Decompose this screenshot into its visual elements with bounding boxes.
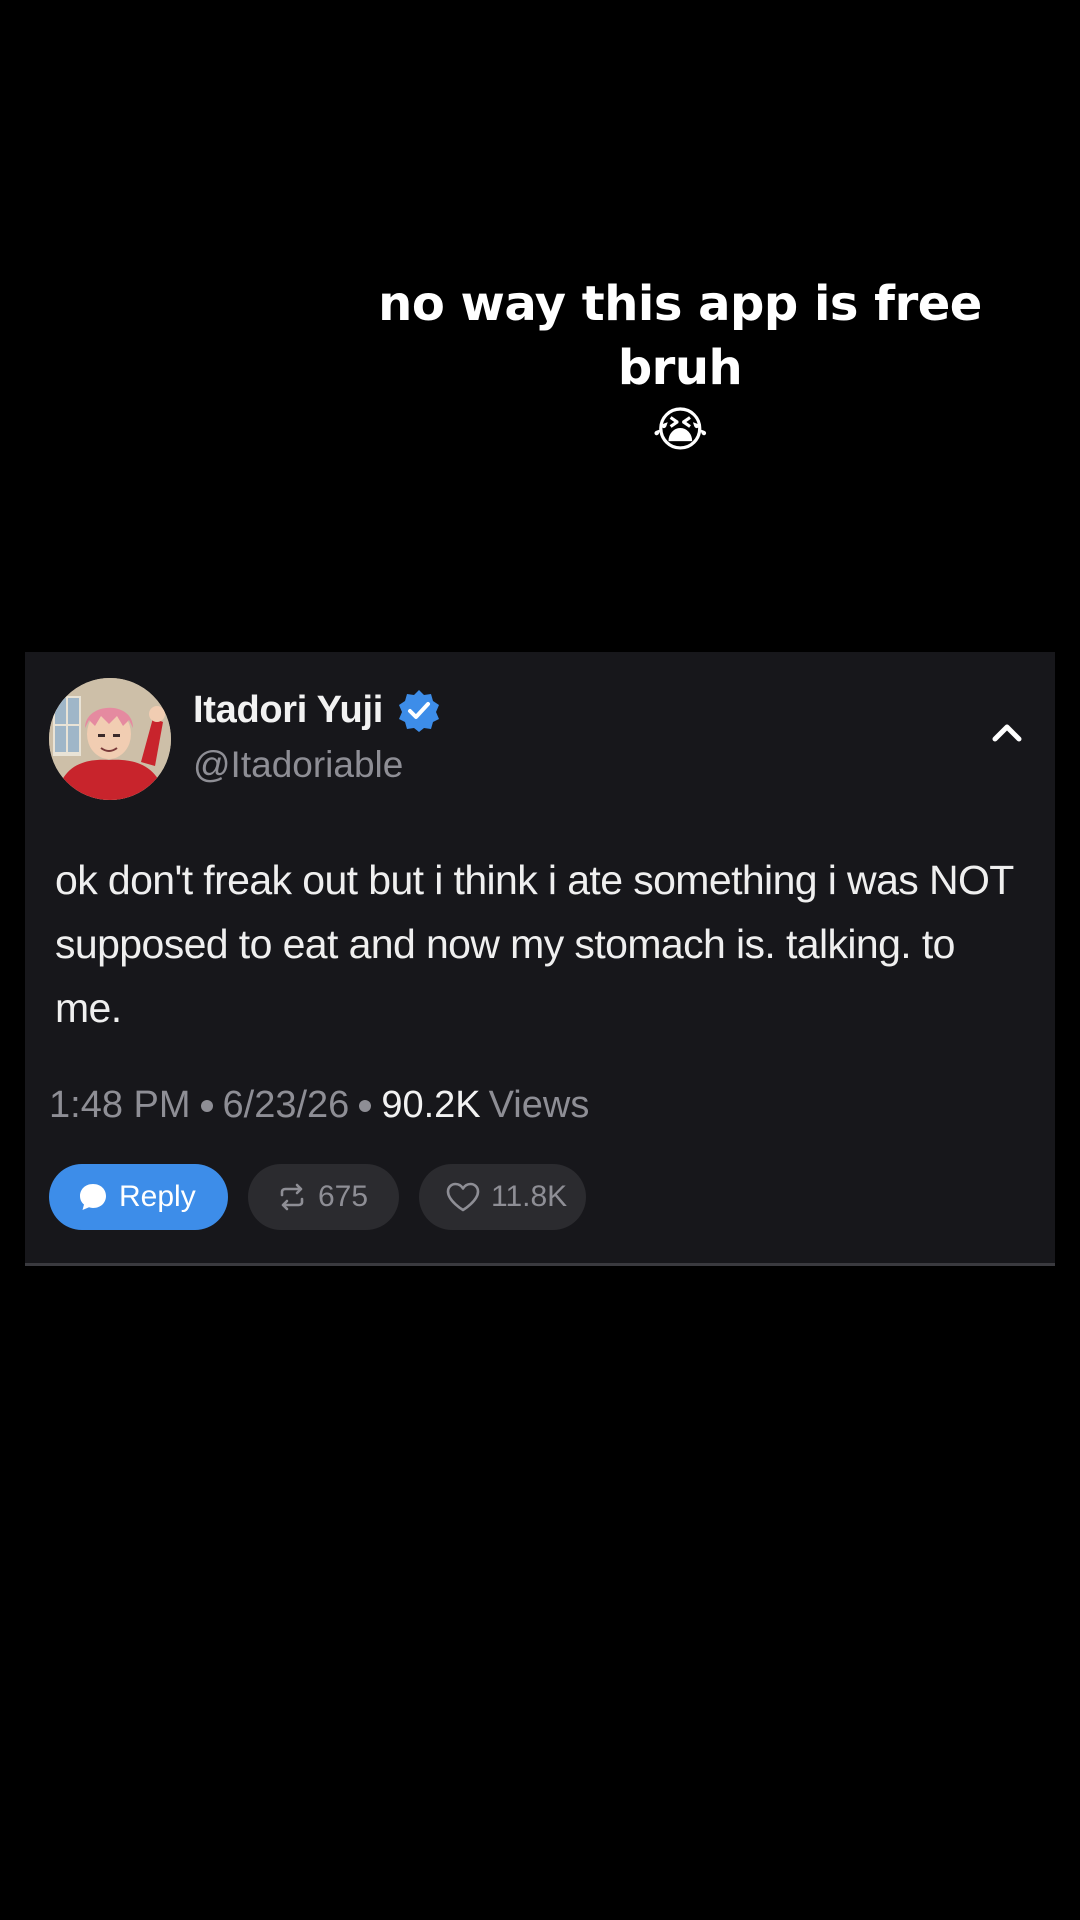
avatar-image xyxy=(49,678,171,800)
overlay-caption: no way this app is free bruh 😭 xyxy=(340,272,1020,460)
separator-dot xyxy=(200,1099,213,1112)
repost-button[interactable]: 675 xyxy=(248,1164,399,1230)
post-text: ok don't freak out but i think i ate som… xyxy=(55,857,1014,1031)
post-date: 6/23/26 xyxy=(222,1084,350,1126)
heart-icon xyxy=(446,1182,480,1212)
caption-text: no way this app is free bruh xyxy=(378,276,982,396)
avatar[interactable] xyxy=(49,678,171,800)
repost-icon xyxy=(280,1183,304,1211)
views-count: 90.2K xyxy=(381,1084,481,1126)
crying-emoji: 😭 xyxy=(652,402,708,458)
reply-label: Reply xyxy=(119,1180,196,1213)
post-time: 1:48 PM xyxy=(49,1084,191,1126)
reply-button[interactable]: Reply xyxy=(49,1164,228,1230)
separator-dot xyxy=(359,1099,372,1112)
post-actions: Reply 675 11.8K xyxy=(49,1164,586,1230)
like-button[interactable]: 11.8K xyxy=(419,1164,586,1230)
author-name[interactable]: Itadori Yuji xyxy=(193,689,383,732)
repost-count: 675 xyxy=(318,1180,369,1213)
author-handle[interactable]: @Itadoriable xyxy=(193,744,403,786)
like-count: 11.8K xyxy=(491,1180,568,1213)
post-card: Itadori Yuji @Itadoriable ok don't freak… xyxy=(25,652,1055,1266)
post-meta: 1:48 PM 6/23/26 90.2K Views xyxy=(49,1084,589,1127)
verified-badge-icon xyxy=(398,690,439,732)
chat-bubble-icon xyxy=(80,1184,106,1210)
author-name-row: Itadori Yuji xyxy=(193,688,441,732)
views-label: Views xyxy=(488,1084,590,1126)
chevron-up-icon[interactable] xyxy=(989,718,1025,746)
